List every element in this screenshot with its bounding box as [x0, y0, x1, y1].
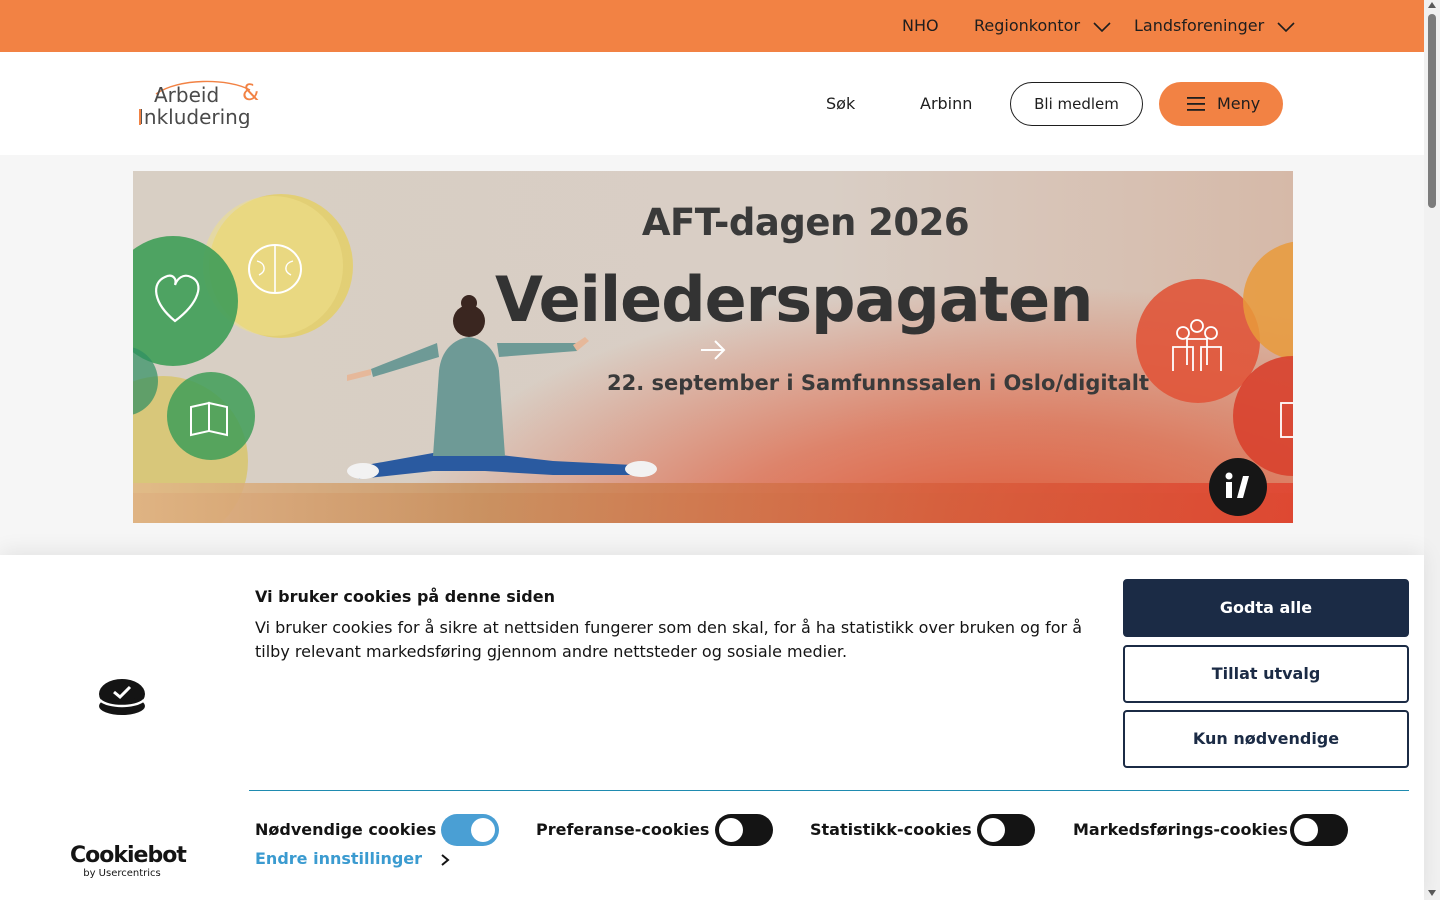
hamburger-icon: [1187, 97, 1205, 111]
ai-logo-badge: [1209, 458, 1267, 516]
topbar-dropdown-landsforeninger[interactable]: Landsforeninger: [1134, 0, 1295, 52]
toggle-necessary-cookies[interactable]: [441, 814, 499, 846]
top-utility-bar: NHO Regionkontor Landsforeninger: [0, 0, 1424, 52]
topbar-dropdown-label: Regionkontor: [974, 16, 1081, 35]
scrollbar-thumb[interactable]: [1428, 14, 1436, 208]
site-header: Arbeid & Inkludering Søk Arbinn Bli medl…: [0, 52, 1424, 155]
cookiebot-cookie-icon: [99, 679, 145, 715]
cookiebot-brand-name: Cookiebot: [70, 843, 187, 868]
change-settings-link[interactable]: Endre innstillinger: [255, 849, 450, 868]
hero-paint-splash: [133, 483, 1293, 523]
chevron-down-icon: [1093, 21, 1111, 32]
site-logo[interactable]: Arbeid & Inkludering: [138, 80, 270, 128]
topbar-link-nho[interactable]: NHO: [902, 0, 939, 52]
toggle-knob: [719, 818, 743, 842]
logo-ampersand: &: [242, 81, 259, 106]
hero-date-line: 22. september i Samfunnssalen i Oslo/dig…: [607, 371, 1150, 395]
cookiebot-brand-by: by Usercentrics: [83, 868, 161, 879]
cookiebot-brand: Cookiebot by Usercentrics: [70, 843, 187, 880]
scroll-up-arrow-icon[interactable]: [1428, 2, 1436, 8]
toggle-label-statistics: Statistikk-cookies: [810, 820, 972, 839]
hero-title: Veilederspagaten: [495, 263, 1093, 336]
page-scrollbar[interactable]: [1424, 0, 1440, 900]
necessary-only-button[interactable]: Kun nødvendige: [1123, 710, 1409, 768]
nav-arbinn[interactable]: Arbinn: [920, 52, 972, 155]
hero-subtitle: AFT-dagen 2026: [641, 201, 970, 244]
toggle-statistics-cookies[interactable]: [977, 814, 1035, 846]
change-settings-label: Endre innstillinger: [255, 849, 423, 868]
toggle-knob: [981, 818, 1005, 842]
chevron-down-icon: [1277, 21, 1295, 32]
toggle-knob: [471, 818, 495, 842]
logo-word-arbeid: Arbeid: [154, 83, 219, 107]
toggle-label-preferences: Preferanse-cookies: [536, 820, 710, 839]
chevron-right-icon: [440, 853, 450, 866]
toggle-label-marketing: Markedsførings-cookies: [1073, 820, 1288, 839]
ai-badge-icon: [1225, 472, 1249, 498]
cookie-consent-banner: Cookiebot by Usercentrics Vi bruker cook…: [0, 555, 1424, 900]
menu-button[interactable]: Meny: [1159, 82, 1283, 126]
cookie-banner-divider: [249, 790, 1409, 791]
toggle-knob: [1294, 818, 1318, 842]
logo-word-inkludering: Inkludering: [138, 105, 251, 128]
cookie-banner-title: Vi bruker cookies på denne siden: [255, 587, 555, 606]
allow-selection-button[interactable]: Tillat utvalg: [1123, 645, 1409, 703]
hero-banner[interactable]: AFT-dagen 2026 Veilederspagaten 22. sept…: [133, 171, 1293, 523]
menu-button-label: Meny: [1217, 94, 1261, 113]
toggle-marketing-cookies[interactable]: [1290, 814, 1348, 846]
toggle-label-necessary: Nødvendige cookies: [255, 820, 437, 839]
topbar-dropdown-regionkontor[interactable]: Regionkontor: [974, 0, 1111, 52]
topbar-dropdown-label: Landsforeninger: [1134, 16, 1265, 35]
accept-all-button[interactable]: Godta alle: [1123, 579, 1409, 637]
arrow-right-icon[interactable]: [699, 339, 727, 361]
cookie-banner-text: Vi bruker cookies for å sikre at nettsid…: [255, 618, 1082, 661]
toggle-preference-cookies[interactable]: [715, 814, 773, 846]
topbar-link-label: NHO: [902, 16, 939, 35]
become-member-button[interactable]: Bli medlem: [1010, 82, 1143, 126]
scroll-down-arrow-icon[interactable]: [1428, 890, 1436, 896]
nav-search[interactable]: Søk: [826, 52, 855, 155]
